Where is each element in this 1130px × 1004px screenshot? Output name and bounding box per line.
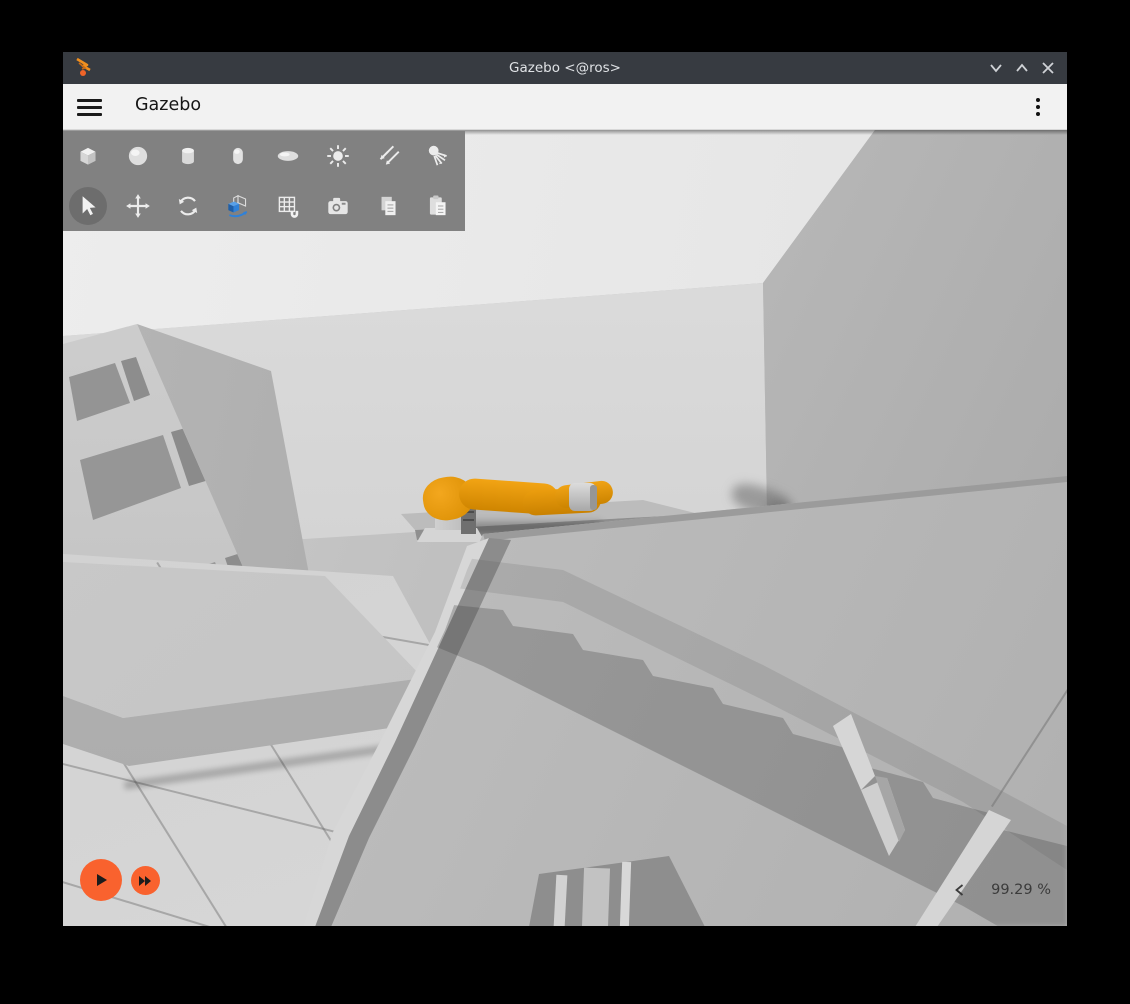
select-tool-button[interactable] xyxy=(63,181,113,231)
align-tool-button[interactable] xyxy=(213,181,263,231)
align-tool-icon xyxy=(224,192,252,220)
paste-icon xyxy=(424,192,452,220)
hamburger-menu-button[interactable] xyxy=(77,95,102,119)
cylinder-shape-icon xyxy=(174,142,202,170)
select-arrow-icon xyxy=(74,192,102,220)
ellipsoid-shape-icon xyxy=(274,142,302,170)
paste-button[interactable] xyxy=(413,181,463,231)
snap-grid-button[interactable] xyxy=(263,181,313,231)
directional-light-icon xyxy=(374,142,402,170)
box-shape-icon xyxy=(74,142,102,170)
translate-tool-button[interactable] xyxy=(113,181,163,231)
insert-directional-light-button[interactable] xyxy=(363,131,413,181)
maximize-button[interactable] xyxy=(1013,59,1031,77)
insert-box-button[interactable] xyxy=(63,131,113,181)
scene-3d-viewport[interactable]: 99.29 % xyxy=(63,130,1067,926)
rotate-tool-button[interactable] xyxy=(163,181,213,231)
real-time-factor-value: 99.29 % xyxy=(991,882,1051,898)
insert-ellipsoid-button[interactable] xyxy=(263,131,313,181)
copy-icon xyxy=(374,192,402,220)
copy-button[interactable] xyxy=(363,181,413,231)
real-time-factor-display: 99.29 % xyxy=(954,882,1051,898)
screenshot-camera-icon xyxy=(324,192,352,220)
app-title: Gazebo xyxy=(135,95,201,115)
rotate-icon xyxy=(174,192,202,220)
close-icon xyxy=(1041,61,1055,75)
insert-spot-light-button[interactable] xyxy=(413,131,463,181)
capsule-shape-icon xyxy=(224,142,252,170)
insert-sphere-button[interactable] xyxy=(113,131,163,181)
table-leg xyxy=(582,868,610,926)
toolbar-row-shapes xyxy=(63,131,465,181)
toolbar-row-tools xyxy=(63,181,465,231)
robot-end-face xyxy=(590,485,597,510)
insert-point-light-button[interactable] xyxy=(313,131,363,181)
chevron-up-icon xyxy=(1015,61,1029,75)
minimize-button[interactable] xyxy=(987,59,1005,77)
title-bar: Gazebo <@ros> xyxy=(63,52,1067,84)
sphere-shape-icon xyxy=(124,142,152,170)
close-button[interactable] xyxy=(1039,59,1057,77)
play-button[interactable] xyxy=(80,859,122,901)
step-forward-icon xyxy=(138,875,153,887)
window-title: Gazebo <@ros> xyxy=(63,60,1067,76)
snap-grid-icon xyxy=(274,192,302,220)
point-light-icon xyxy=(324,142,352,170)
robot-connector-detail xyxy=(463,519,474,521)
screenshot-button[interactable] xyxy=(313,181,363,231)
chevron-down-icon xyxy=(989,61,1003,75)
gazebo-window: Gazebo <@ros> Gazebo xyxy=(63,52,1067,926)
step-button[interactable] xyxy=(131,866,160,895)
play-icon xyxy=(92,871,110,889)
app-bar: Gazebo xyxy=(63,84,1067,130)
insert-capsule-button[interactable] xyxy=(213,131,263,181)
chevron-left-icon[interactable] xyxy=(954,883,965,897)
insert-cylinder-button[interactable] xyxy=(163,131,213,181)
kebab-menu-button[interactable] xyxy=(1027,95,1049,119)
scene-toolbar xyxy=(63,131,465,231)
spot-light-icon xyxy=(424,142,452,170)
translate-icon xyxy=(124,192,152,220)
